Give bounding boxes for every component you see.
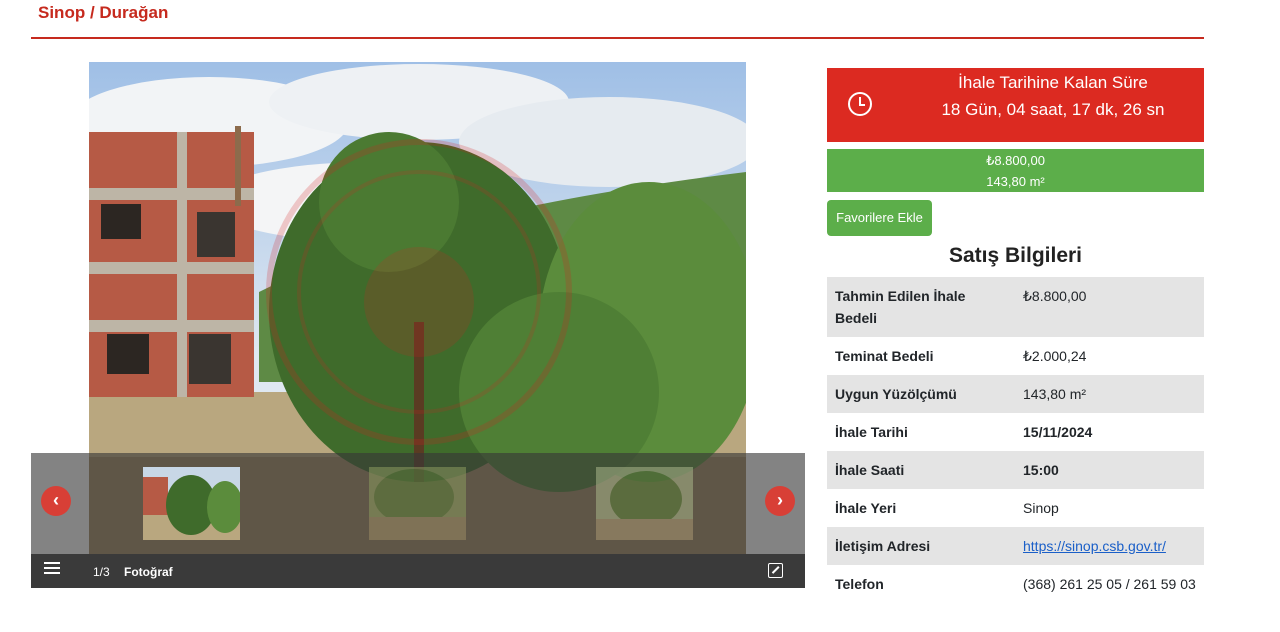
list-icon[interactable] bbox=[44, 562, 60, 577]
table-row: İhale Saati 15:00 bbox=[827, 451, 1204, 489]
row-value: 15/11/2024 bbox=[1023, 424, 1093, 440]
row-label: İhale Tarihi bbox=[835, 424, 908, 440]
table-row: Tahmin Edilen İhale Bedeli ₺8.800,00 bbox=[827, 277, 1204, 337]
table-row: Teminat Bedeli ₺2.000,24 bbox=[827, 337, 1204, 375]
add-to-favorites-button[interactable]: Favorilere Ekle bbox=[827, 200, 932, 236]
gallery-toolbar: 1/3 Fotoğraf bbox=[31, 554, 805, 588]
countdown-box: İhale Tarihine Kalan Süre 18 Gün, 04 saa… bbox=[827, 68, 1204, 142]
sales-info-table: Tahmin Edilen İhale Bedeli ₺8.800,00 Tem… bbox=[827, 277, 1204, 603]
row-label: İhale Saati bbox=[835, 462, 905, 478]
chevron-left-icon: ‹ bbox=[53, 490, 59, 510]
clock-icon bbox=[848, 92, 872, 116]
breadcrumb: Sinop / Durağan bbox=[38, 3, 169, 22]
row-value: https://sinop.csb.gov.tr/ bbox=[1015, 527, 1204, 565]
table-row: İhale Yeri Sinop bbox=[827, 489, 1204, 527]
table-row: İletişim Adresi https://sinop.csb.gov.tr… bbox=[827, 527, 1204, 565]
photo-counter: 1/3 bbox=[93, 565, 110, 579]
chevron-right-icon: › bbox=[777, 490, 783, 510]
contact-address-link[interactable]: https://sinop.csb.gov.tr/ bbox=[1023, 538, 1166, 554]
row-label: İhale Yeri bbox=[835, 500, 897, 516]
breadcrumb-divider bbox=[31, 37, 1204, 39]
price-box: ₺8.800,00 143,80 m² bbox=[827, 149, 1204, 192]
countdown-value: 18 Gün, 04 saat, 17 dk, 26 sn bbox=[941, 100, 1165, 119]
row-value: (368) 261 25 05 / 261 59 03 bbox=[1023, 576, 1196, 592]
row-value: Sinop bbox=[1023, 500, 1059, 516]
row-value: 15:00 bbox=[1023, 462, 1059, 478]
row-label: Telefon bbox=[835, 576, 884, 592]
table-row: Uygun Yüzölçümü 143,80 m² bbox=[827, 375, 1204, 413]
row-label: Uygun Yüzölçümü bbox=[835, 386, 957, 402]
row-value: ₺8.800,00 bbox=[1023, 288, 1087, 304]
row-label: Teminat Bedeli bbox=[835, 348, 934, 364]
next-photo-button[interactable]: › bbox=[765, 486, 795, 516]
thumbnail-2[interactable] bbox=[369, 467, 466, 540]
thumbnail-1[interactable] bbox=[143, 467, 240, 540]
row-value: ₺2.000,24 bbox=[1023, 348, 1087, 364]
thumbnail-strip: ‹ › bbox=[31, 453, 805, 554]
table-row: Telefon (368) 261 25 05 / 261 59 03 bbox=[827, 565, 1204, 603]
previous-photo-button[interactable]: ‹ bbox=[41, 486, 71, 516]
countdown-title: İhale Tarihine Kalan Süre bbox=[958, 73, 1148, 92]
price-value: ₺8.800,00 bbox=[986, 153, 1045, 168]
row-value: 143,80 m² bbox=[1023, 386, 1087, 402]
gallery-label: Fotoğraf bbox=[124, 565, 173, 579]
thumbnail-3[interactable] bbox=[596, 467, 693, 540]
sales-info-title: Satış Bilgileri bbox=[948, 244, 1083, 267]
table-row: İhale Tarihi 15/11/2024 bbox=[827, 413, 1204, 451]
fullscreen-icon[interactable] bbox=[768, 563, 783, 578]
row-label: İletişim Adresi bbox=[835, 538, 931, 554]
area-value: 143,80 m² bbox=[986, 174, 1045, 189]
row-label: Tahmin Edilen İhale Bedeli bbox=[835, 288, 966, 326]
